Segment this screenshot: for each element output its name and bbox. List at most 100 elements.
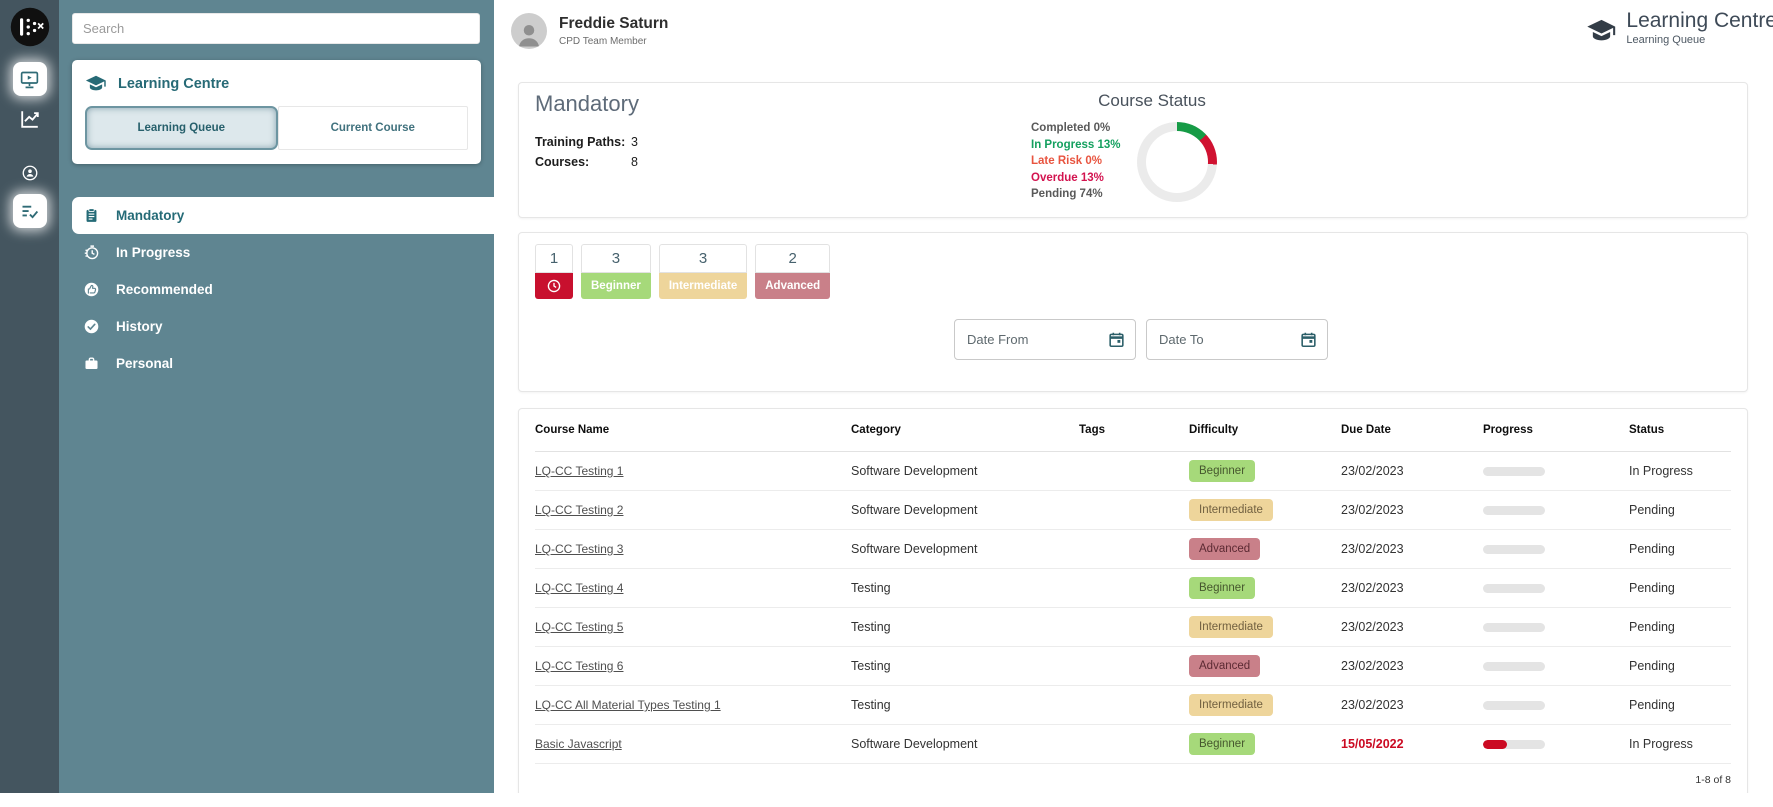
- badge-label: Beginner: [581, 273, 651, 299]
- tab-current-course[interactable]: Current Course: [278, 106, 469, 150]
- due-date-cell: 23/02/2023: [1341, 698, 1483, 712]
- course-link[interactable]: LQ-CC Testing 3: [535, 542, 623, 556]
- course-link[interactable]: LQ-CC Testing 5: [535, 620, 623, 634]
- status-cell: Pending: [1629, 503, 1731, 517]
- timer-icon: [83, 244, 100, 261]
- status-cell: Pending: [1629, 581, 1731, 595]
- filter-badge-intermediate[interactable]: 3Intermediate: [659, 244, 747, 299]
- page-header: Freddie Saturn CPD Team Member Learning …: [494, 0, 1773, 62]
- rail-community-icon[interactable]: [13, 164, 47, 182]
- search-input[interactable]: [72, 13, 480, 44]
- rail-presentation-icon[interactable]: [13, 62, 47, 96]
- badge-count: 2: [755, 244, 830, 273]
- status-cell: Pending: [1629, 659, 1731, 673]
- status-cell: In Progress: [1629, 464, 1731, 478]
- legend-item: Late Risk 0%: [1031, 153, 1120, 170]
- table-row: LQ-CC All Material Types Testing 1 Testin…: [535, 686, 1731, 725]
- table-row: LQ-CC Testing 1 Software Development Begin…: [535, 452, 1731, 491]
- legend-item: Completed 0%: [1031, 120, 1120, 137]
- table-row: LQ-CC Testing 2Software DevelopmentInter…: [535, 491, 1731, 530]
- due-date-cell: 23/02/2023: [1341, 659, 1483, 673]
- user-role: CPD Team Member: [559, 36, 668, 47]
- course-status-panel: Course Status Completed 0%In Progress 13…: [1031, 91, 1273, 203]
- sidebar-item-in-progress[interactable]: In Progress: [59, 234, 494, 271]
- thumb-icon: [83, 281, 100, 298]
- progress-bar: [1483, 740, 1545, 749]
- sidebar-item-mandatory[interactable]: Mandatory: [72, 197, 494, 234]
- legend-item: Overdue 13%: [1031, 170, 1120, 187]
- stat-value: 8: [631, 155, 638, 169]
- due-date-cell: 23/02/2023: [1341, 503, 1483, 517]
- category-cell: Testing: [851, 581, 1079, 595]
- calendar-icon[interactable]: [1299, 330, 1318, 349]
- badge-label: Intermediate: [659, 273, 747, 299]
- main-content: Freddie Saturn CPD Team Member Learning …: [494, 0, 1773, 793]
- course-link[interactable]: Basic Javascript: [535, 737, 622, 751]
- course-link[interactable]: LQ-CC Testing 4: [535, 581, 623, 595]
- column-header-status: Status: [1629, 424, 1731, 436]
- briefcase-icon: [83, 355, 100, 372]
- course-link[interactable]: LQ-CC Testing 1: [535, 464, 623, 478]
- sidebar-item-label: Personal: [116, 356, 173, 371]
- stat-label: Courses:: [535, 155, 631, 169]
- status-cell: Pending: [1629, 620, 1731, 634]
- brand-subtitle: Learning Queue: [1626, 34, 1773, 46]
- sidebar: Learning Centre Learning QueueCurrent Co…: [59, 0, 494, 793]
- category-cell: Software Development: [851, 464, 1079, 478]
- date-filters: [954, 319, 1328, 360]
- badge-count: 3: [581, 244, 651, 273]
- status-cell: In Progress: [1629, 737, 1731, 751]
- clock-icon: [535, 273, 573, 299]
- course-link[interactable]: LQ-CC Testing 2: [535, 503, 623, 517]
- filter-badge-beginner[interactable]: 3Beginner: [581, 244, 651, 299]
- table-header: Course NameCategoryTagsDifficultyDue Dat…: [535, 409, 1731, 452]
- progress-bar: [1483, 662, 1545, 671]
- sidebar-item-label: Recommended: [116, 282, 213, 297]
- badge-label: Advanced: [755, 273, 830, 299]
- rail-analytics-icon[interactable]: [13, 108, 47, 130]
- due-date-cell: 23/02/2023: [1341, 581, 1483, 595]
- rail-task-list-icon[interactable]: [13, 194, 47, 228]
- legend-item: Pending 74%: [1031, 186, 1120, 203]
- progress-bar: [1483, 545, 1545, 554]
- app-logo[interactable]: [9, 6, 51, 48]
- progress-bar: [1483, 584, 1545, 593]
- brand: Learning Centre Learning Queue: [1586, 9, 1773, 47]
- category-cell: Software Development: [851, 542, 1079, 556]
- legend-item: In Progress 13%: [1031, 137, 1120, 154]
- sidebar-item-label: In Progress: [116, 245, 190, 260]
- status-cell: Pending: [1629, 542, 1731, 556]
- table-row: LQ-CC Testing 5TestingIntermediate23/02/…: [535, 608, 1731, 647]
- table-row: LQ-CC Testing 3Software DevelopmentAdvan…: [535, 530, 1731, 569]
- tab-learning-queue[interactable]: Learning Queue: [85, 106, 278, 150]
- course-status-donut-chart: [1137, 122, 1217, 202]
- column-header-tags: Tags: [1079, 424, 1189, 436]
- sidebar-item-history[interactable]: History: [59, 308, 494, 345]
- category-cell: Testing: [851, 698, 1079, 712]
- course-link[interactable]: LQ-CC All Material Types Testing 1: [535, 698, 721, 712]
- date-to-field: [1146, 319, 1328, 360]
- learning-centre-card: Learning Centre Learning QueueCurrent Co…: [72, 60, 481, 164]
- badge-count: 1: [535, 244, 573, 273]
- learning-centre-title: Learning Centre: [118, 76, 229, 92]
- sidebar-nav: Mandatory In Progress Recommended History Pe…: [59, 197, 494, 382]
- calendar-icon[interactable]: [1107, 330, 1126, 349]
- filter-badge-advanced[interactable]: 2Advanced: [755, 244, 830, 299]
- difficulty-pill: Intermediate: [1189, 499, 1273, 521]
- sidebar-item-label: Mandatory: [116, 208, 184, 223]
- badge-count: 3: [659, 244, 747, 273]
- progress-bar: [1483, 467, 1545, 476]
- avatar: [511, 13, 547, 49]
- course-status-title: Course Status: [1031, 91, 1273, 111]
- difficulty-pill: Beginner: [1189, 460, 1255, 482]
- summary-title: Mandatory: [535, 91, 639, 117]
- table-footer: 1-8 of 8: [535, 764, 1731, 793]
- date-from-field: [954, 319, 1136, 360]
- course-link[interactable]: LQ-CC Testing 6: [535, 659, 623, 673]
- stat-label: Training Paths:: [535, 135, 631, 149]
- sidebar-item-personal[interactable]: Personal: [59, 345, 494, 382]
- filter-badge-overdue[interactable]: 1: [535, 244, 573, 299]
- sidebar-item-recommended[interactable]: Recommended: [59, 271, 494, 308]
- column-header-progress: Progress: [1483, 424, 1629, 436]
- category-cell: Testing: [851, 659, 1079, 673]
